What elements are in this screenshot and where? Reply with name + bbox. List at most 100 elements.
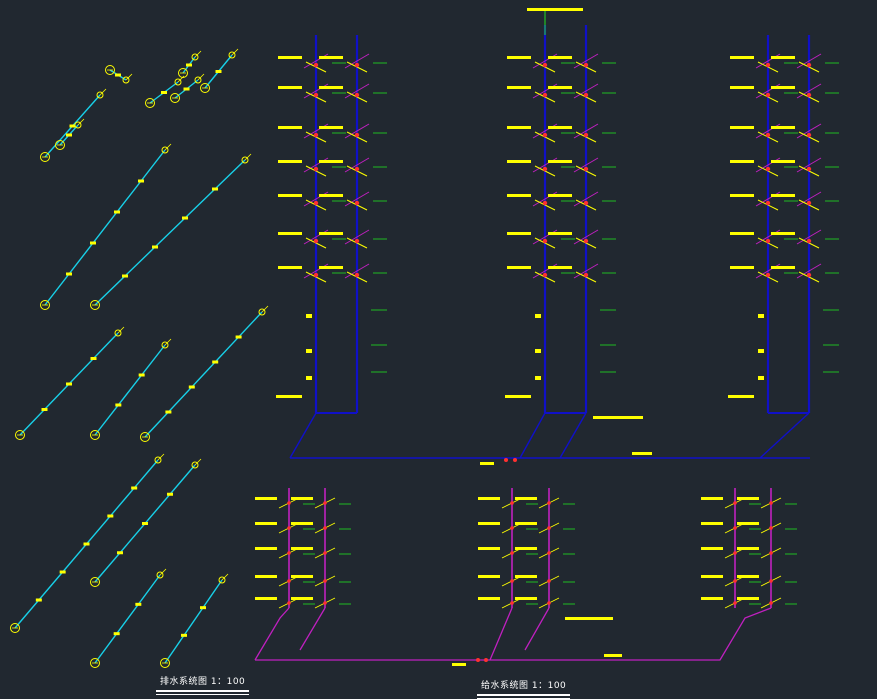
fixture-label-mark (701, 575, 723, 578)
gate-valve-icon (504, 458, 508, 462)
gate-valve-icon (510, 526, 514, 530)
fixture-label-mark (737, 497, 759, 500)
fixture-label-mark (278, 56, 302, 59)
pipe-label-mark (90, 357, 97, 360)
fixture-label-mark (701, 522, 723, 525)
gate-valve-icon (354, 166, 360, 172)
gate-valve-icon (510, 551, 514, 555)
gate-valve-icon (484, 658, 488, 662)
fixture-label-mark (701, 497, 723, 500)
gate-valve-icon (765, 238, 771, 244)
fixture-label-mark (771, 160, 795, 163)
gate-valve-icon (323, 579, 327, 583)
riser-node-icon (758, 376, 764, 380)
fixture-label-mark (730, 232, 754, 235)
drain-pipe (44, 149, 166, 306)
gate-valve-icon (542, 62, 548, 68)
gate-valve-icon (765, 132, 771, 138)
supply-riser-group (276, 8, 839, 465)
caption-underline (477, 694, 571, 696)
riser-tag-mark (276, 395, 302, 398)
fixture-label-mark (291, 497, 313, 500)
pipe-label-mark (186, 63, 192, 67)
pipe-label-mark (215, 70, 222, 73)
fixture-label-mark (548, 56, 572, 59)
fixture-label-mark (278, 232, 302, 235)
fixture-label-mark (730, 160, 754, 163)
gate-valve-icon (542, 132, 548, 138)
drainage-isometric-group (10, 48, 269, 668)
gate-valve-icon (542, 238, 548, 244)
gate-valve-icon (733, 526, 737, 530)
fixture-label-mark (478, 497, 500, 500)
riser-node-icon (306, 314, 312, 318)
gate-valve-icon (510, 579, 514, 583)
fixture-label-mark (319, 160, 343, 163)
gate-valve-icon (287, 501, 291, 505)
incoming-label-mark (527, 8, 583, 11)
fixture-label-mark (737, 547, 759, 550)
fixture-label-mark (278, 194, 302, 197)
fixture-label-mark (548, 86, 572, 89)
pipe-label-mark (142, 522, 148, 525)
fixture-label-mark (771, 126, 795, 129)
fixture-label-mark (478, 575, 500, 578)
fixture-label-mark (507, 56, 531, 59)
gate-valve-icon (769, 526, 773, 530)
fixture-label-mark (291, 597, 313, 600)
gate-valve-icon (583, 200, 589, 206)
fixture-label-mark (515, 597, 537, 600)
gate-valve-icon (769, 501, 773, 505)
gate-valve-icon (287, 579, 291, 583)
gate-valve-icon (354, 200, 360, 206)
fixture-label-mark (548, 160, 572, 163)
fixture-label-mark (548, 126, 572, 129)
pipe-label-mark (182, 216, 188, 220)
gate-valve-icon (323, 601, 327, 605)
pipe-label-mark (212, 187, 218, 191)
caption-underline-thin (156, 694, 250, 695)
fixture-label-mark (730, 266, 754, 269)
pipe-label-mark (131, 486, 138, 490)
gate-valve-icon (476, 658, 480, 662)
gate-valve-icon (287, 551, 291, 555)
gate-valve-icon (323, 526, 327, 530)
hot-water-riser-group (254, 488, 797, 666)
gate-valve-icon (313, 166, 319, 172)
fixture-label-mark (771, 266, 795, 269)
gate-valve-icon (765, 166, 771, 172)
fixture-label-mark (278, 160, 302, 163)
gate-valve-icon (313, 62, 319, 68)
fixture-label-mark (730, 126, 754, 129)
gate-valve-icon (806, 200, 812, 206)
gate-valve-icon (583, 272, 589, 278)
fixture-label-mark (278, 86, 302, 89)
drainage-caption-text: 排水系统图 1：100 (160, 677, 246, 687)
fixture-label-mark (255, 597, 277, 600)
pipe-label-mark (115, 73, 121, 77)
gate-valve-icon (806, 132, 812, 138)
gate-valve-icon (313, 92, 319, 98)
gate-valve-icon (806, 92, 812, 98)
riser-node-icon (758, 349, 764, 353)
fixture-label-mark (771, 86, 795, 89)
riser-node-icon (306, 349, 312, 353)
gate-valve-icon (547, 601, 551, 605)
pipe-label-mark (66, 133, 72, 137)
gate-valve-icon (354, 272, 360, 278)
gate-valve-icon (313, 132, 319, 138)
fixture-label-mark (771, 56, 795, 59)
gate-valve-icon (769, 551, 773, 555)
gate-valve-icon (769, 601, 773, 605)
pipe-label-mark (183, 87, 190, 91)
fixture-label-mark (319, 266, 343, 269)
fixture-label-mark (291, 522, 313, 525)
gate-valve-icon (287, 526, 291, 530)
gate-valve-icon (547, 501, 551, 505)
fixture-label-mark (255, 522, 277, 525)
gate-valve-icon (354, 132, 360, 138)
drain-pipe (94, 344, 166, 436)
pipe-label-mark (114, 210, 120, 214)
gate-valve-icon (583, 92, 589, 98)
fixture-label-mark (478, 597, 500, 600)
